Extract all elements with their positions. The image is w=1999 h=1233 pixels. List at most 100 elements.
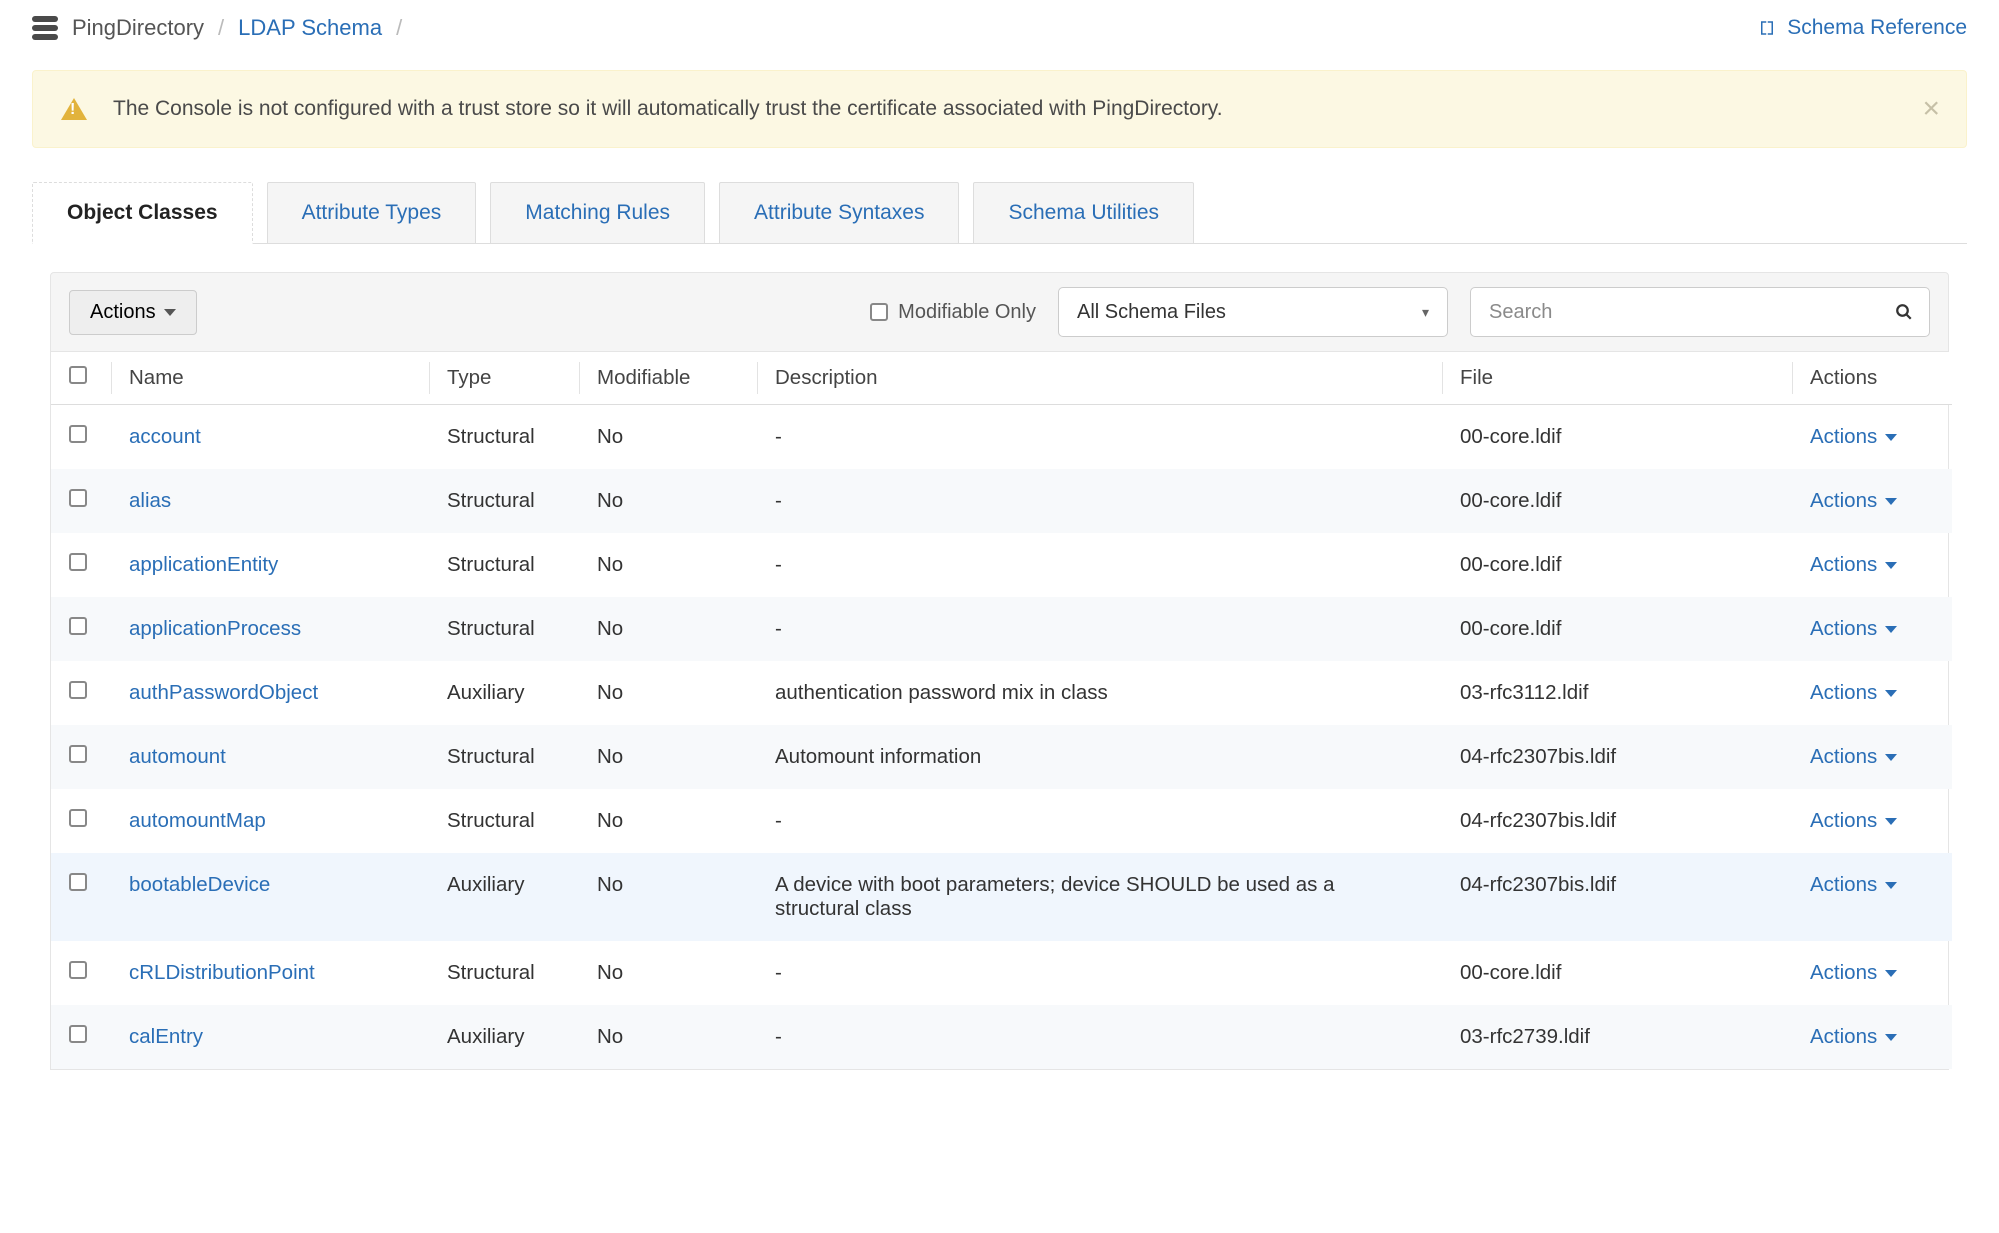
- chevron-down-icon: [1885, 626, 1897, 633]
- object-class-name-link[interactable]: cRLDistributionPoint: [129, 961, 315, 984]
- schema-reference-link[interactable]: Schema Reference: [1757, 16, 1967, 40]
- row-actions-menu[interactable]: Actions: [1810, 681, 1897, 705]
- select-all-checkbox[interactable]: [69, 366, 87, 384]
- row-actions-menu[interactable]: Actions: [1810, 617, 1897, 641]
- modifiable-only-toggle[interactable]: Modifiable Only: [870, 301, 1036, 324]
- cell-description: authentication password mix in class: [757, 661, 1442, 725]
- chevron-down-icon: [1885, 562, 1897, 569]
- chevron-down-icon: [164, 309, 176, 316]
- close-icon[interactable]: ×: [1922, 92, 1940, 126]
- row-checkbox[interactable]: [69, 553, 87, 571]
- cell-description: -: [757, 405, 1442, 470]
- object-class-name-link[interactable]: account: [129, 425, 201, 448]
- cell-type: Structural: [429, 725, 579, 789]
- cell-file: 04-rfc2307bis.ldif: [1442, 853, 1792, 941]
- header-name[interactable]: Name: [111, 352, 429, 405]
- bulk-actions-button[interactable]: Actions: [69, 290, 197, 335]
- cell-description: -: [757, 1005, 1442, 1069]
- object-class-name-link[interactable]: bootableDevice: [129, 873, 270, 896]
- cell-type: Structural: [429, 533, 579, 597]
- row-checkbox[interactable]: [69, 425, 87, 443]
- row-actions-menu[interactable]: Actions: [1810, 961, 1897, 985]
- breadcrumb-separator: /: [218, 15, 224, 41]
- cell-description: A device with boot parameters; device SH…: [757, 853, 1442, 941]
- cell-file: 00-core.ldif: [1442, 533, 1792, 597]
- cell-modifiable: No: [579, 789, 757, 853]
- cell-type: Structural: [429, 789, 579, 853]
- row-actions-menu[interactable]: Actions: [1810, 873, 1897, 897]
- object-class-name-link[interactable]: alias: [129, 489, 171, 512]
- row-checkbox[interactable]: [69, 617, 87, 635]
- row-checkbox[interactable]: [69, 809, 87, 827]
- cell-file: 03-rfc3112.ldif: [1442, 661, 1792, 725]
- header-actions: Actions: [1792, 352, 1952, 405]
- row-actions-menu[interactable]: Actions: [1810, 489, 1897, 513]
- object-classes-table-wrap: Name Type Modifiable Description File Ac…: [50, 352, 1949, 1070]
- breadcrumb-separator: /: [396, 15, 402, 41]
- header-type[interactable]: Type: [429, 352, 579, 405]
- tab-object-classes[interactable]: Object Classes: [32, 182, 253, 244]
- tab-matching-rules[interactable]: Matching Rules: [490, 182, 705, 244]
- chevron-down-icon: [1885, 434, 1897, 441]
- row-actions-menu[interactable]: Actions: [1810, 1025, 1897, 1049]
- chevron-down-icon: [1885, 818, 1897, 825]
- table-row: aliasStructuralNo-00-core.ldifActions: [51, 469, 1952, 533]
- tab-schema-utilities[interactable]: Schema Utilities: [973, 182, 1194, 244]
- object-class-name-link[interactable]: automount: [129, 745, 226, 768]
- chevron-down-icon: [1885, 690, 1897, 697]
- breadcrumb-root[interactable]: PingDirectory: [72, 15, 204, 41]
- modifiable-only-label: Modifiable Only: [898, 301, 1036, 324]
- object-class-name-link[interactable]: applicationProcess: [129, 617, 301, 640]
- tab-attribute-syntaxes[interactable]: Attribute Syntaxes: [719, 182, 959, 244]
- breadcrumb-link-ldap-schema[interactable]: LDAP Schema: [238, 15, 382, 41]
- file-filter-selected: All Schema Files: [1077, 301, 1226, 324]
- row-checkbox[interactable]: [69, 489, 87, 507]
- file-filter-select[interactable]: All Schema Files ▾: [1058, 287, 1448, 337]
- toolbar: Actions Modifiable Only All Schema Files…: [50, 272, 1949, 352]
- header-description[interactable]: Description: [757, 352, 1442, 405]
- cell-description: Automount information: [757, 725, 1442, 789]
- cell-modifiable: No: [579, 661, 757, 725]
- cell-description: -: [757, 533, 1442, 597]
- cell-modifiable: No: [579, 405, 757, 470]
- cell-file: 04-rfc2307bis.ldif: [1442, 789, 1792, 853]
- row-checkbox[interactable]: [69, 873, 87, 891]
- cell-modifiable: No: [579, 469, 757, 533]
- row-checkbox[interactable]: [69, 681, 87, 699]
- database-icon: [32, 16, 58, 40]
- row-actions-menu[interactable]: Actions: [1810, 425, 1897, 449]
- row-actions-menu[interactable]: Actions: [1810, 745, 1897, 769]
- checkbox-icon: [870, 303, 888, 321]
- cell-type: Auxiliary: [429, 853, 579, 941]
- table-row: account StructuralNo-00-core.ldif Actions: [51, 405, 1952, 470]
- cell-type: Auxiliary: [429, 1005, 579, 1069]
- row-checkbox[interactable]: [69, 961, 87, 979]
- chevron-down-icon: ▾: [1422, 304, 1429, 321]
- header-file[interactable]: File: [1442, 352, 1792, 405]
- row-checkbox[interactable]: [69, 745, 87, 763]
- cell-type: Structural: [429, 405, 579, 470]
- breadcrumb-row: PingDirectory / LDAP Schema / Schema Ref…: [32, 0, 1967, 56]
- chevron-down-icon: [1885, 498, 1897, 505]
- search-input[interactable]: [1487, 300, 1895, 325]
- cell-description: -: [757, 789, 1442, 853]
- cell-file: 00-core.ldif: [1442, 405, 1792, 470]
- cell-type: Structural: [429, 469, 579, 533]
- row-actions-menu[interactable]: Actions: [1810, 809, 1897, 833]
- header-modifiable[interactable]: Modifiable: [579, 352, 757, 405]
- row-checkbox[interactable]: [69, 1025, 87, 1043]
- header-select-all: [51, 352, 111, 405]
- row-actions-menu[interactable]: Actions: [1810, 553, 1897, 577]
- tab-attribute-types[interactable]: Attribute Types: [267, 182, 477, 244]
- cell-file: 00-core.ldif: [1442, 941, 1792, 1005]
- bulk-actions-label: Actions: [90, 301, 156, 324]
- object-classes-panel: Actions Modifiable Only All Schema Files…: [32, 243, 1967, 1070]
- table-row: automountStructuralNoAutomount informati…: [51, 725, 1952, 789]
- table-header-row: Name Type Modifiable Description File Ac…: [51, 352, 1952, 405]
- chevron-down-icon: [1885, 970, 1897, 977]
- object-class-name-link[interactable]: automountMap: [129, 809, 266, 832]
- object-class-name-link[interactable]: calEntry: [129, 1025, 203, 1048]
- object-class-name-link[interactable]: applicationEntity: [129, 553, 278, 576]
- object-class-name-link[interactable]: authPasswordObject: [129, 681, 318, 704]
- table-row: applicationProcessStructuralNo-00-core.l…: [51, 597, 1952, 661]
